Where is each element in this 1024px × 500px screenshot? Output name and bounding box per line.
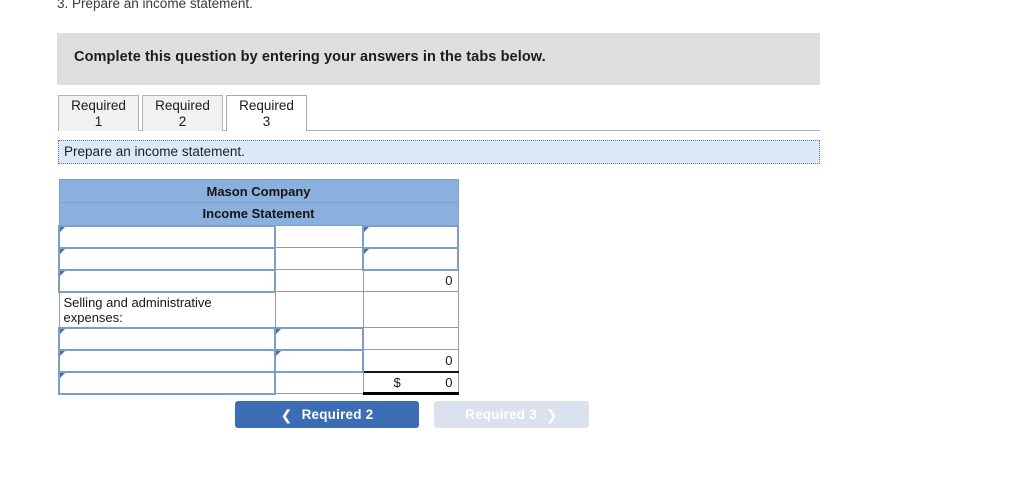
row-6-amount-input[interactable] <box>276 351 362 370</box>
tab-required-1[interactable]: Required 1 <box>58 95 139 131</box>
requirement-instruction-bar: Prepare an income statement. <box>58 140 820 164</box>
row-2-amount-cell <box>274 247 364 270</box>
row-7-grand-total-value: 0 <box>445 374 453 390</box>
instruction-banner: Complete this question by entering your … <box>57 33 820 85</box>
table-row: $0 <box>58 370 459 395</box>
row-3-subtotal-value: 0 <box>362 268 459 292</box>
section-label-selling-admin: Selling and administrative expenses: <box>58 291 276 328</box>
row-5-label-input[interactable] <box>60 329 274 348</box>
currency-symbol: $ <box>393 374 401 390</box>
row-7-grand-total-cell: $0 <box>362 370 459 395</box>
table-row: Selling and administrative expenses: <box>58 291 459 328</box>
row-5-label-cell[interactable] <box>58 326 276 351</box>
next-button-label: Required 3 <box>465 407 537 422</box>
tab-required-2-label: Required <box>155 98 210 113</box>
table-row <box>58 246 460 271</box>
row-2-label-cell[interactable] <box>58 246 276 271</box>
row-3-amount-cell <box>274 269 364 292</box>
previous-required-2-button[interactable]: ❮ Required 2 <box>235 401 419 428</box>
row-7-label-cell[interactable] <box>58 370 276 395</box>
row-3-label-input[interactable] <box>60 271 274 290</box>
tab-required-3-label: Required <box>239 98 294 113</box>
question-prompt: 3. Prepare an income statement. <box>57 0 253 11</box>
sheet-title-company: Mason Company <box>58 179 459 203</box>
row-4-total-cell <box>362 291 459 328</box>
row-7-amount-cell <box>274 371 364 394</box>
chevron-right-icon: ❯ <box>545 406 558 423</box>
previous-button-label: Required 2 <box>301 407 374 422</box>
row-4-amount-cell <box>274 291 364 328</box>
tab-required-2-number: 2 <box>178 114 187 129</box>
row-1-amount-cell <box>274 225 364 248</box>
table-row: 0 <box>58 348 459 373</box>
row-3-label-cell[interactable] <box>58 268 276 293</box>
tab-required-1-label: Required <box>71 98 126 113</box>
row-7-label-input[interactable] <box>60 373 274 392</box>
row-5-amount-input[interactable] <box>276 329 362 348</box>
tab-required-2[interactable]: Required 2 <box>142 95 223 131</box>
row-6-subtotal-value: 0 <box>362 349 459 372</box>
tab-required-1-number: 1 <box>94 114 103 129</box>
table-header-statement: Income Statement <box>58 202 459 226</box>
row-6-label-cell[interactable] <box>58 348 276 373</box>
table-row: 0 <box>58 268 459 293</box>
row-2-total-cell[interactable] <box>361 246 460 271</box>
row-1-label-cell[interactable] <box>58 224 276 249</box>
row-6-label-input[interactable] <box>60 351 274 370</box>
row-6-amount-cell[interactable] <box>274 348 364 373</box>
row-1-label-input[interactable] <box>60 227 274 246</box>
instruction-banner-text: Complete this question by entering your … <box>74 49 546 65</box>
sheet-title-statement: Income Statement <box>58 202 459 226</box>
row-2-label-input[interactable] <box>60 249 274 268</box>
worksheet-page: 3. Prepare an income statement. Complete… <box>0 0 1024 500</box>
table-row <box>58 326 459 351</box>
row-2-total-input[interactable] <box>364 249 458 268</box>
tab-required-3-number: 3 <box>262 114 271 129</box>
row-1-total-cell[interactable] <box>361 224 460 249</box>
requirement-instruction-text: Prepare an income statement. <box>64 144 245 159</box>
row-5-amount-cell[interactable] <box>274 326 364 351</box>
income-statement-table: Mason Company Income Statement 0 Selling… <box>58 179 460 395</box>
chevron-left-icon: ❮ <box>280 406 293 423</box>
next-required-3-button[interactable]: Required 3 ❯ <box>434 401 589 428</box>
navigation-buttons: ❮ Required 2 Required 3 ❯ <box>235 401 595 428</box>
table-header-company: Mason Company <box>58 179 459 203</box>
row-5-total-cell <box>362 327 459 350</box>
tab-required-3[interactable]: Required 3 <box>226 95 307 131</box>
table-row <box>58 224 460 249</box>
requirement-tabs: Required 1 Required 2 Required 3 <box>58 95 820 131</box>
row-1-total-input[interactable] <box>364 227 458 246</box>
